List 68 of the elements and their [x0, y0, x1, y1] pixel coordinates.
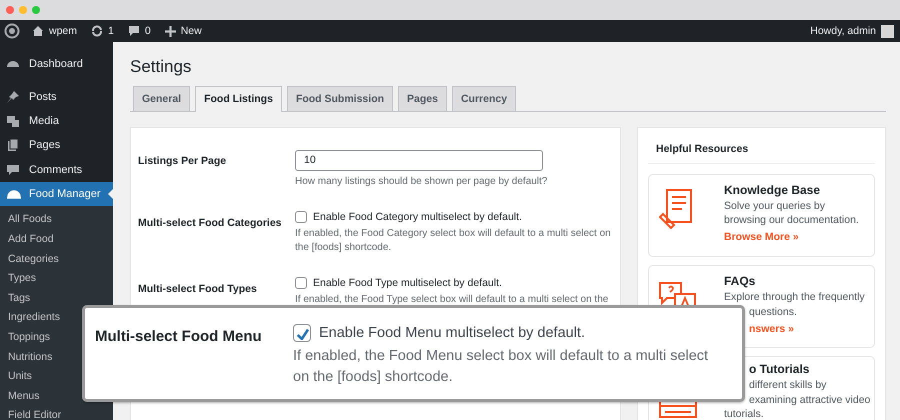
panel-title: Helpful Resources	[648, 128, 875, 164]
setting-label: Multi-select Food Menu	[95, 327, 263, 347]
checkbox[interactable]	[293, 324, 311, 342]
tab[interactable]: Pages	[398, 86, 447, 111]
logo-icon	[4, 23, 20, 39]
submenu-item[interactable]: Tags	[8, 288, 30, 308]
plus-icon	[164, 26, 176, 36]
card-text: examining attractive video	[749, 394, 870, 407]
help-text: How many listings should be shown per page by default?	[295, 175, 548, 189]
setting-label: Multi-select Food Types	[138, 282, 258, 297]
help-text: If enabled, the Food Category select box will default to a multi select on the [foods] shortcode.	[295, 227, 612, 255]
home-icon	[32, 25, 44, 37]
card-title: FAQs	[724, 274, 756, 288]
tab[interactable]: Food Listings	[195, 86, 282, 112]
checkbox[interactable]	[295, 211, 307, 223]
card-text: tutorials.	[724, 408, 764, 420]
card-text: different skills by	[749, 379, 826, 392]
refresh-icon	[91, 25, 104, 37]
updates-count[interactable]: 1	[108, 25, 114, 37]
pin-icon	[7, 90, 19, 103]
submenu-item[interactable]: Nutritions	[8, 348, 52, 368]
comments-count[interactable]: 0	[144, 25, 151, 37]
submenu-item[interactable]: Toppings	[8, 328, 50, 348]
submenu-item[interactable]: Field Editor	[8, 406, 62, 420]
setting-label: Listings Per Page	[138, 154, 228, 169]
input-field[interactable]: 10	[295, 150, 543, 171]
submenu-item[interactable]: Types	[8, 269, 36, 289]
dome-icon	[6, 190, 22, 199]
site-link[interactable]: wpem	[49, 25, 78, 37]
card-text: Solve your queries by browsing our documentation.	[724, 200, 860, 227]
setting-label: Multi-select Food Categories	[138, 216, 283, 231]
submenu-item[interactable]: Categories	[8, 250, 59, 270]
new-link[interactable]: New	[180, 25, 202, 37]
document-icon	[659, 189, 694, 229]
checkbox-label[interactable]: Enable Food Type multiselect by default.	[313, 277, 502, 289]
speech-bubble-icon	[128, 25, 140, 37]
speech-bubble-icon	[7, 164, 19, 175]
page-title: Settings	[130, 56, 192, 78]
avatar[interactable]	[881, 24, 894, 38]
tab[interactable]: Currency	[452, 86, 516, 111]
submenu-item[interactable]: Menus	[8, 386, 40, 406]
checkbox-label[interactable]: Enable Food Category multiselect by default.	[313, 211, 522, 223]
sidebar-item[interactable]: Dashboard	[0, 52, 113, 76]
sidebar-item[interactable]: Media	[0, 108, 113, 134]
sidebar-item[interactable]: Comments	[0, 158, 113, 182]
submenu-item[interactable]: Ingredients	[8, 308, 60, 328]
pages-icon	[8, 138, 18, 152]
sidebar-item[interactable]: Pages	[0, 133, 113, 158]
submenu-item[interactable]: All Foods	[8, 210, 52, 230]
window-control[interactable]	[6, 6, 14, 14]
card-title: Knowledge Base	[724, 183, 820, 197]
sidebar-item[interactable]: Posts	[0, 84, 113, 109]
card-text: questions.	[749, 306, 797, 319]
window-control[interactable]	[32, 6, 40, 14]
tab[interactable]: Food Submission	[286, 86, 394, 111]
submenu-item[interactable]: Units	[8, 367, 32, 387]
checkbox[interactable]	[295, 277, 307, 289]
checkbox-label[interactable]: Enable Food Menu multiselect by default.	[319, 325, 585, 341]
greeting-link[interactable]: Howdy, admin	[810, 25, 876, 37]
sidebar-item[interactable]: Food Manager	[0, 182, 113, 206]
help-text: If enabled, the Food Type select box will default to a multi select on the	[295, 293, 610, 307]
submenu-item[interactable]: Add Food	[8, 230, 54, 250]
card-text: Explore through the frequently	[724, 291, 865, 304]
tab[interactable]: General	[133, 86, 190, 111]
video-player-icon	[659, 400, 697, 418]
help-text: If enabled, the Food Menu select box will default to a multi select on the [foods] shortcode.	[293, 347, 710, 387]
photo-icon	[7, 116, 19, 127]
card-title: o Tutorials	[749, 362, 810, 376]
